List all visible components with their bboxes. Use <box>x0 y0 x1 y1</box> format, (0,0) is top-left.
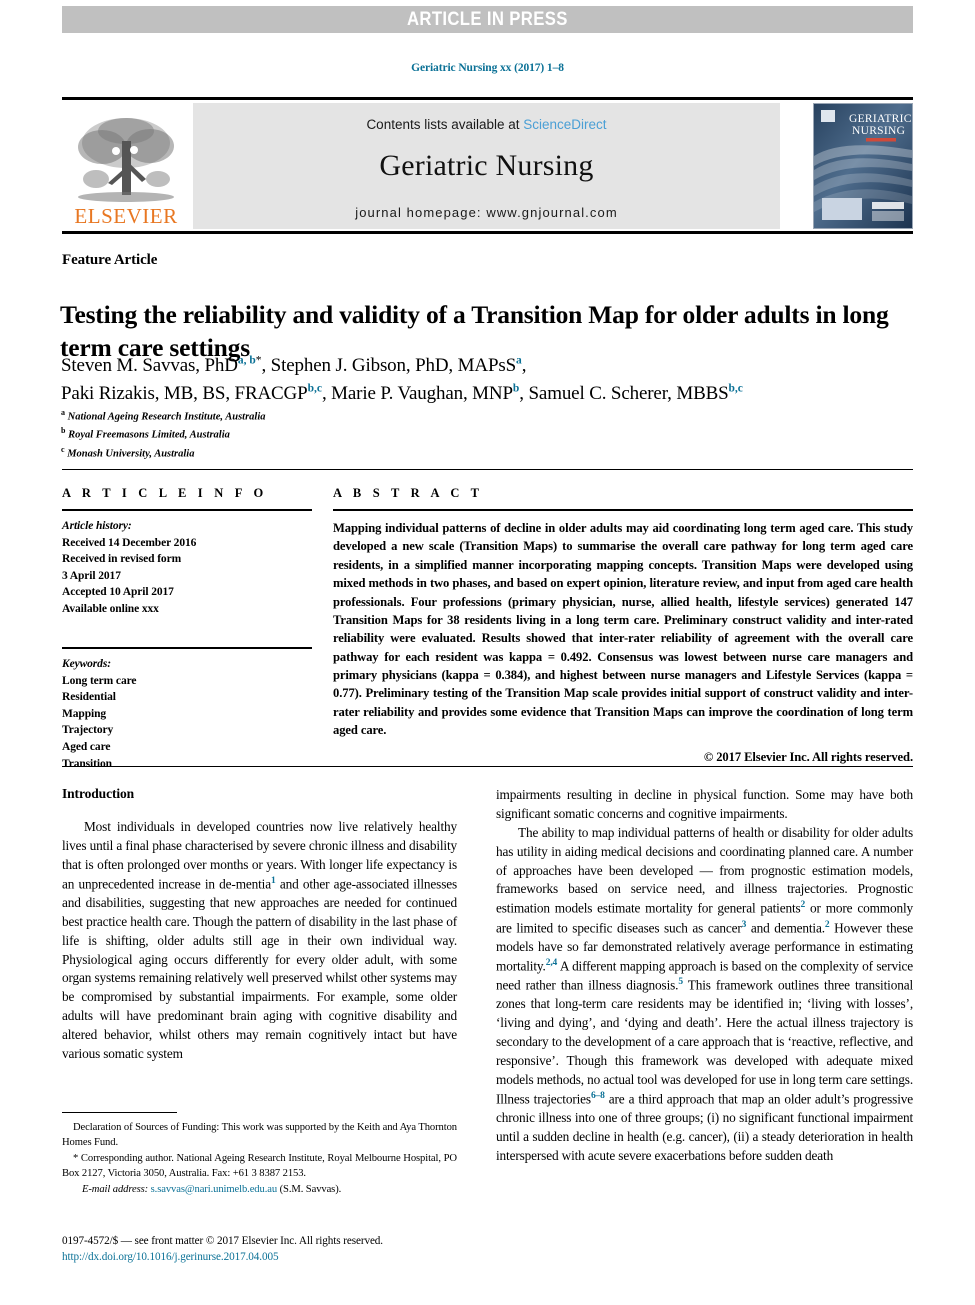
body-text-run: This framework outlines three transition… <box>496 977 913 1107</box>
keyword-item: Mapping <box>62 707 107 720</box>
affiliation-list: a National Ageing Research Institute, Au… <box>61 407 661 462</box>
affiliation-text: National Ageing Research Institute, Aust… <box>67 411 266 423</box>
funding-footnote: Declaration of Sources of Funding: This … <box>62 1122 457 1149</box>
affiliation-marker: a <box>61 408 65 417</box>
email-link[interactable]: s.savvas@nari.unimelb.edu.au <box>151 1184 278 1195</box>
affiliation-text: Monash University, Australia <box>67 448 195 460</box>
author-4-name: , Marie P. Vaughan, MNP <box>321 382 513 404</box>
keyword-item: Residential <box>62 691 116 704</box>
abstract-column: A B S T R A C T Mapping individual patte… <box>333 486 913 765</box>
footnote-separator-rule <box>62 1112 177 1113</box>
author-1-name: Steven M. Savvas, PhD <box>61 355 238 377</box>
email-owner: (S.M. Savvas). <box>279 1184 342 1196</box>
body-paragraph: impairments resulting in decline in phys… <box>496 787 913 821</box>
elsevier-tree-icon <box>78 118 174 202</box>
contents-prefix: Contents lists available at <box>366 117 524 132</box>
citation-ref[interactable]: 6–8 <box>591 1091 605 1101</box>
abstract-band-top-rule <box>62 469 913 470</box>
author-3-affil-marker[interactable]: b,c <box>308 382 322 394</box>
keywords-block: Keywords: Long term care Residential Map… <box>62 656 312 772</box>
article-in-press-label: ARTICLE IN PRESS <box>407 8 568 30</box>
article-history-line: Accepted 10 April 2017 <box>62 586 174 599</box>
body-column-right: impairments resulting in decline in phys… <box>496 786 913 1166</box>
article-info-rule <box>62 509 312 511</box>
article-in-press-banner: ARTICLE IN PRESS <box>62 6 913 33</box>
sciencedirect-link[interactable]: ScienceDirect <box>523 117 606 132</box>
citation-ref[interactable]: 2,4 <box>546 958 558 968</box>
body-paragraph: The ability to map individual patterns o… <box>496 824 913 1166</box>
elsevier-wordmark: ELSEVIER <box>74 204 178 228</box>
article-history-line: Available online xxx <box>62 602 159 615</box>
footnote-block: Declaration of Sources of Funding: This … <box>62 1120 457 1198</box>
author-3-name: Paki Rizakis, MB, BS, FRACGP <box>61 382 308 404</box>
keywords-label: Keywords: <box>62 658 111 671</box>
keyword-item: Long term care <box>62 674 137 687</box>
email-label: E-mail address: <box>82 1184 149 1196</box>
svg-text:NURSING: NURSING <box>852 125 905 137</box>
doi-link[interactable]: http://dx.doi.org/10.1016/j.gerinurse.20… <box>62 1250 522 1266</box>
article-history-line: Received in revised form <box>62 553 182 566</box>
journal-homepage[interactable]: journal homepage: www.gnjournal.com <box>193 205 780 220</box>
journal-running-head: Geriatric Nursing xx (2017) 1–8 <box>411 62 564 74</box>
abstract-body: Mapping individual patterns of decline i… <box>333 521 913 738</box>
abstract-rule <box>333 509 913 511</box>
body-text-run: and dementia. <box>746 919 825 935</box>
corresponding-author-footnote: * Corresponding author. National Ageing … <box>62 1153 457 1180</box>
email-footnote: E-mail address: s.savvas@nari.unimelb.ed… <box>62 1182 457 1197</box>
affiliation-item: c Monash University, Australia <box>61 444 661 462</box>
article-info-column: A R T I C L E I N F O Article history: R… <box>62 486 312 772</box>
elsevier-logo: ELSEVIER <box>62 103 190 229</box>
keyword-item: Aged care <box>62 741 111 754</box>
body-paragraph: Most individuals in developed countries … <box>62 818 457 1064</box>
keywords-rule <box>62 647 312 650</box>
journal-cover-thumbnail: GERIATRIC NURSING <box>813 103 913 229</box>
author-2-name: , Stephen J. Gibson, PhD, MAPsS <box>261 355 517 377</box>
body-column-left: Introduction Most individuals in develop… <box>62 786 457 1064</box>
abstract-heading: A B S T R A C T <box>333 486 484 500</box>
author-line-1-comma: , <box>521 355 527 377</box>
affiliation-text: Royal Freemasons Limited, Australia <box>68 429 230 441</box>
author-1-affil-marker[interactable]: a, b <box>238 355 256 367</box>
keyword-item: Transition <box>62 757 112 770</box>
contents-available-line: Contents lists available at ScienceDirec… <box>193 117 780 132</box>
masthead-top-rule <box>62 97 913 100</box>
issn-copyright-block: 0197-4572/$ — see front matter © 2017 El… <box>62 1234 522 1266</box>
article-history-line: 3 April 2017 <box>62 569 121 582</box>
svg-text:GERIATRIC: GERIATRIC <box>849 113 912 125</box>
abstract-band-bottom-rule <box>62 766 913 767</box>
body-text-run: and other age-associated illnesses and d… <box>62 876 457 1061</box>
article-type-label: Feature Article <box>62 252 158 268</box>
affiliation-marker: c <box>61 444 65 454</box>
author-line-2: Paki Rizakis, MB, BS, FRACGPb,c, Marie P… <box>61 382 743 404</box>
journal-cover-art: GERIATRIC NURSING <box>814 104 912 228</box>
journal-title: Geriatric Nursing <box>379 149 594 182</box>
issn-line: 0197-4572/$ — see front matter © 2017 El… <box>62 1235 383 1247</box>
masthead-bottom-rule <box>62 231 913 234</box>
introduction-heading: Introduction <box>62 786 135 801</box>
article-history-label: Article history: <box>62 520 132 532</box>
article-history-block: Article history: Received 14 December 20… <box>62 518 312 617</box>
abstract-copyright: © 2017 Elsevier Inc. All rights reserved… <box>703 749 913 764</box>
affiliation-item: a National Ageing Research Institute, Au… <box>61 407 661 425</box>
keyword-item: Trajectory <box>62 724 114 737</box>
article-info-heading: A R T I C L E I N F O <box>62 486 268 500</box>
article-history-line: Received 14 December 2016 <box>62 536 197 549</box>
journal-masthead: ELSEVIER Contents lists available at Sci… <box>62 97 913 234</box>
author-5-affil-marker[interactable]: b,c <box>729 382 743 394</box>
author-line-1: Steven M. Savvas, PhDa, b*, Stephen J. G… <box>61 355 527 377</box>
author-list: Steven M. Savvas, PhDa, b*, Stephen J. G… <box>61 353 941 408</box>
masthead-center-panel: Contents lists available at ScienceDirec… <box>193 103 780 229</box>
affiliation-marker: b <box>61 426 66 436</box>
author-5-name: , Samuel C. Scherer, MBBS <box>519 382 729 404</box>
affiliation-item: b Royal Freemasons Limited, Australia <box>61 425 661 443</box>
